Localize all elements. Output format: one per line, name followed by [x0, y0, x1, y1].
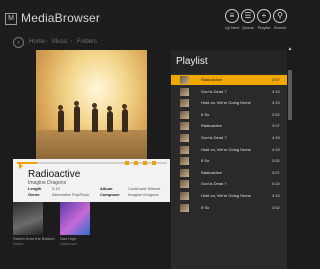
- playlist-row[interactable]: Radioactive 3:07: [171, 168, 287, 178]
- playlist-row-duration: 3:52: [272, 158, 280, 164]
- album-tile-subtitle: Drake: [13, 241, 24, 246]
- playlist-row-thumbnail: [180, 134, 189, 142]
- playlist-row-duration: 4:15: [272, 135, 280, 140]
- playlist-row-thumbnail: [180, 168, 189, 177]
- playlist-row-thumbnail: [180, 192, 189, 200]
- meta-composer-label: Composer: [100, 192, 120, 197]
- album-tile[interactable]: [13, 202, 43, 235]
- app-title: MediaBrowser: [21, 11, 101, 25]
- playlist-row-duration: 3:52: [272, 204, 280, 210]
- now-playing-title: Radioactive: [28, 169, 81, 180]
- meta-genre-value: Alternative Pop/Rock: [52, 192, 90, 197]
- playlist-row[interactable]: If So 3:52: [171, 203, 287, 213]
- meta-album-value: Continued Silence: [128, 186, 161, 191]
- playlist-row[interactable]: If So 3:52: [171, 110, 287, 120]
- playlist-row-duration: 3:52: [272, 111, 280, 117]
- shuffle-icon[interactable]: [125, 161, 129, 165]
- playlist-row-title: God is Dead ?: [201, 181, 227, 187]
- album-art-figure: [92, 108, 98, 132]
- playlist-row-thumbnail: [180, 180, 189, 189]
- breadcrumb-separator: ›: [46, 39, 48, 45]
- meta-length-label: Length: [28, 186, 42, 191]
- album-art-ground: [36, 130, 147, 162]
- playlist-row[interactable]: Radioactive 3:07: [171, 121, 287, 131]
- meta-length-value: 3:10: [52, 186, 60, 191]
- playlist-row-duration: 3:07: [272, 123, 280, 129]
- playlist-row-thumbnail: [180, 157, 189, 166]
- breadcrumb-home[interactable]: Home: [29, 39, 45, 45]
- album-art: [36, 50, 147, 162]
- playlist-row[interactable]: Radioactive 3:07: [171, 75, 287, 85]
- album-art-figure: [58, 110, 64, 132]
- playlist-row-duration: 3:07: [272, 77, 280, 82]
- back-button[interactable]: ‹: [13, 37, 24, 48]
- playlist-row-duration: 4:15: [272, 88, 280, 94]
- playlist-row-title: Radioactive: [201, 77, 222, 82]
- playlist-row[interactable]: Hold on, We're Going Home 4:15: [171, 145, 287, 155]
- search-icon[interactable]: ⚲: [273, 9, 287, 23]
- playlist-row-title: If So: [201, 111, 210, 117]
- playlist-row-thumbnail: [180, 122, 189, 131]
- playlist-title: Playlist: [176, 56, 208, 67]
- album-art-figure-head: [122, 104, 127, 109]
- album-art-figure-head: [74, 101, 79, 106]
- playlist-row-duration: 4:15: [272, 193, 280, 198]
- playlist-row-thumbnail: [180, 99, 189, 108]
- album-art-figure: [122, 109, 128, 132]
- album-art-figure: [107, 111, 113, 132]
- playlist-row-thumbnail: [180, 110, 189, 119]
- volume-icon[interactable]: [143, 161, 147, 165]
- playlist-row-thumbnail: [180, 76, 189, 84]
- album-tile-subtitle: Unknown: [60, 241, 77, 246]
- playlist-row-title: Hold on, We're Going Home: [201, 146, 251, 152]
- repeat-icon[interactable]: [134, 161, 138, 165]
- playlist-row-thumbnail: [180, 203, 189, 212]
- meta-album-label: Album: [100, 186, 113, 191]
- fullscreen-icon[interactable]: [152, 161, 156, 165]
- playlist-row[interactable]: God is Dead ? 4:15: [171, 87, 287, 97]
- playlist-row-title: If So: [201, 158, 210, 164]
- meta-genre-label: Genre: [28, 192, 40, 197]
- playlist-row-title: Radioactive: [201, 169, 222, 175]
- playlist-row-title: Radioactive: [201, 123, 222, 129]
- playlist-row[interactable]: Hold on, We're Going Home 4:15: [171, 98, 287, 108]
- playlist-row[interactable]: God is Dead ? 4:15: [171, 179, 287, 189]
- album-art-figure-head: [58, 105, 63, 110]
- playlist-row-duration: 4:15: [272, 146, 280, 152]
- search-label: Search: [273, 25, 287, 30]
- playlist-row-title: Hold on, We're Going Home: [201, 193, 251, 198]
- playlist-row-thumbnail: [180, 87, 189, 96]
- play-icon[interactable]: [19, 163, 23, 169]
- album-art-figure-head: [107, 106, 112, 111]
- playlist-row[interactable]: God is Dead ? 4:15: [171, 133, 287, 143]
- playlist-row-duration: 3:07: [272, 169, 280, 175]
- album-art-figure-head: [92, 103, 97, 108]
- queue-icon[interactable]: ☰: [241, 9, 255, 23]
- playlist-row-title: Hold on, We're Going Home: [201, 100, 251, 106]
- app-logo-icon: M: [5, 13, 17, 25]
- playlist-row[interactable]: If So 3:52: [171, 156, 287, 166]
- breadcrumb-folders[interactable]: Folders: [77, 39, 97, 45]
- playlist-scroll-thumb[interactable]: [288, 70, 292, 120]
- scroll-up-icon[interactable]: ▲: [287, 46, 293, 52]
- playlist-row-duration: 4:15: [272, 100, 280, 106]
- playlist-row-title: God is Dead ?: [201, 88, 227, 94]
- album-art-figure: [74, 106, 80, 132]
- breadcrumb-separator: ›: [70, 39, 72, 45]
- playlist-row-duration: 4:15: [272, 181, 280, 187]
- playlist-row-title: God is Dead ?: [201, 135, 227, 140]
- breadcrumb-music[interactable]: Music: [52, 39, 68, 45]
- album-tile[interactable]: [60, 202, 90, 235]
- up-next-icon[interactable]: ≡: [225, 9, 239, 23]
- add-playlist-icon[interactable]: +: [257, 9, 271, 23]
- playlist-row-title: If So: [201, 204, 210, 210]
- playlist-row-thumbnail: [180, 145, 189, 154]
- playlist-row[interactable]: Hold on, We're Going Home 4:15: [171, 191, 287, 201]
- meta-composer-value: Imagine Dragons: [128, 192, 159, 197]
